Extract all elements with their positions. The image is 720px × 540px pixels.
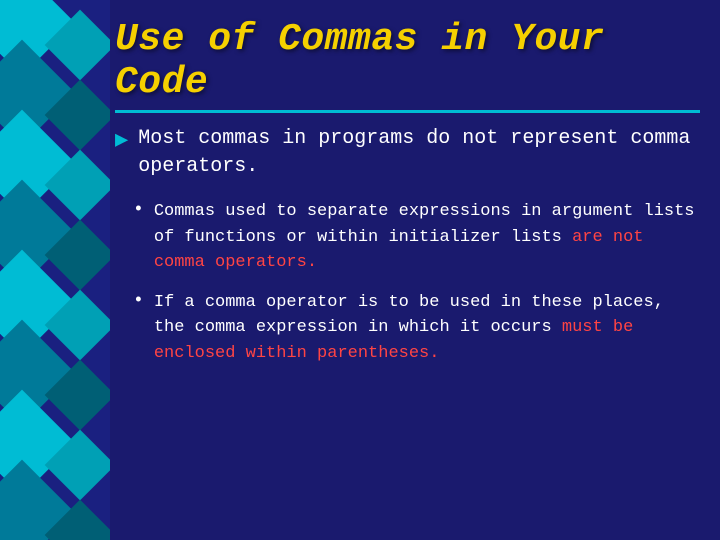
- left-decoration: [0, 0, 110, 540]
- slide: Use of Commas in Your Code ▶ Most commas…: [0, 0, 720, 540]
- sub-bullet-dot-2: •: [133, 291, 144, 311]
- sub-bullet-1-text: Commas used to separate expressions in a…: [154, 199, 700, 276]
- sub-bullets-container: • Commas used to separate expressions in…: [133, 199, 700, 366]
- main-bullet-icon: ▶: [115, 127, 128, 153]
- sub-bullet-2: • If a comma operator is to be used in t…: [133, 290, 700, 367]
- sub-bullet-1: • Commas used to separate expressions in…: [133, 199, 700, 276]
- sub-bullet-dot-1: •: [133, 200, 144, 220]
- title-bar: Use of Commas in Your Code: [115, 18, 700, 104]
- slide-title: Use of Commas in Your Code: [115, 18, 700, 104]
- sub-bullet-2-text: If a comma operator is to be used in the…: [154, 290, 700, 367]
- slide-content: ▶ Most commas in programs do not represe…: [115, 125, 700, 520]
- title-divider: [115, 110, 700, 113]
- main-point: ▶ Most commas in programs do not represe…: [115, 125, 700, 181]
- main-point-text: Most commas in programs do not represent…: [138, 125, 700, 181]
